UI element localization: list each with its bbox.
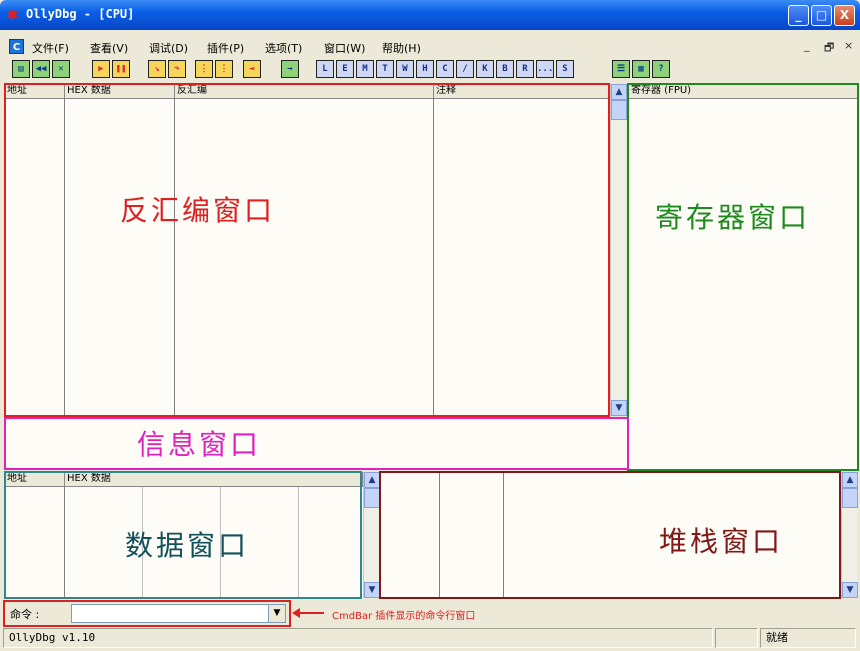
menu-debug[interactable]: 调试(D) — [149, 40, 188, 56]
execute-till-return-icon[interactable]: ⇥ — [243, 60, 261, 78]
trace-over-icon[interactable]: ⋮ — [215, 60, 233, 78]
windows-window-button[interactable]: W — [396, 60, 414, 78]
cpu-window-button[interactable]: C — [436, 60, 454, 78]
run-icon[interactable]: ▶ — [92, 60, 110, 78]
status-spacer — [715, 628, 758, 648]
stack-pane[interactable]: 堆栈窗口 — [381, 472, 841, 598]
menu-window[interactable]: 窗口(W) — [324, 40, 365, 56]
status-version: OllyDbg v1.10 — [3, 628, 713, 648]
menu-plugins[interactable]: 插件(P) — [207, 40, 244, 56]
cmdbar-annotation: CmdBar 插件显示的命令行窗口 — [332, 611, 476, 622]
help-icon[interactable]: ? — [652, 60, 670, 78]
menu-options[interactable]: 选项(T) — [265, 40, 302, 56]
maximize-button[interactable]: □ — [811, 5, 832, 26]
references-window-button[interactable]: R — [516, 60, 534, 78]
column-divider — [439, 472, 440, 598]
registers-window-label: 寄存器窗口 — [655, 201, 811, 234]
stack-window-label: 堆栈窗口 — [659, 525, 784, 558]
stack-scrollbar[interactable]: ▲ ▼ — [841, 472, 858, 598]
threads-window-button[interactable]: T — [376, 60, 394, 78]
command-combobox[interactable]: ▼ — [71, 604, 286, 623]
dump-window-label: 数据窗口 — [125, 529, 250, 562]
menu-view[interactable]: 查看(V) — [90, 40, 128, 56]
command-bar: 命令 : ▼ CmdBar 插件显示的命令行窗口 — [0, 600, 860, 627]
menu-file[interactable]: 文件(F) — [32, 40, 69, 56]
menu-help[interactable]: 帮助(H) — [382, 40, 421, 56]
scroll-down-icon[interactable]: ▼ — [842, 582, 858, 598]
step-into-icon[interactable]: ↘ — [148, 60, 166, 78]
disasm-col-disasm[interactable]: 反汇编 — [175, 84, 434, 99]
close-button[interactable]: X — [834, 5, 855, 26]
column-divider — [433, 99, 434, 416]
handles-window-button[interactable]: H — [416, 60, 434, 78]
status-bar: OllyDbg v1.10 就绪 — [0, 628, 860, 649]
disasm-scrollbar[interactable]: ▲ ▼ — [610, 84, 627, 416]
trace-into-icon[interactable]: ⋮ — [195, 60, 213, 78]
status-state: 就绪 — [760, 628, 856, 648]
close-program-icon[interactable]: ✕ — [52, 60, 70, 78]
run-trace-window-button[interactable]: ... — [536, 60, 554, 78]
column-divider — [298, 487, 299, 598]
mdi-close-button[interactable]: × — [844, 39, 853, 52]
mdi-minimize-button[interactable]: _ — [804, 39, 810, 52]
debug-options-icon[interactable]: ☰ — [612, 60, 630, 78]
cpu-window-icon[interactable]: C — [9, 39, 24, 54]
disasm-col-address[interactable]: 地址 — [5, 84, 65, 99]
scroll-up-icon[interactable]: ▲ — [364, 472, 380, 488]
column-divider — [64, 487, 65, 598]
disasm-col-hex[interactable]: HEX 数据 — [65, 84, 175, 99]
appearance-icon[interactable]: ▦ — [632, 60, 650, 78]
title-bar[interactable]: ✱ OllyDbg - [CPU] _ □ X — [0, 0, 860, 30]
memory-window-button[interactable]: M — [356, 60, 374, 78]
scroll-thumb[interactable] — [611, 100, 627, 120]
dump-pane[interactable]: 地址 HEX 数据 数据窗口 — [5, 472, 363, 598]
open-icon[interactable]: ▤ — [12, 60, 30, 78]
column-divider — [174, 99, 175, 416]
minimize-button[interactable]: _ — [788, 5, 809, 26]
disasm-window-label: 反汇编窗口 — [120, 194, 276, 227]
breakpoints-window-button[interactable]: B — [496, 60, 514, 78]
command-label: 命令 : — [10, 608, 40, 621]
goto-origin-icon[interactable]: → — [281, 60, 299, 78]
column-divider — [503, 472, 504, 598]
scroll-down-icon[interactable]: ▼ — [611, 400, 627, 416]
scroll-down-icon[interactable]: ▼ — [364, 582, 380, 598]
dump-scrollbar[interactable]: ▲ ▼ — [363, 472, 380, 598]
scroll-thumb[interactable] — [842, 488, 858, 508]
mdi-restore-button[interactable]: 🗗 — [824, 39, 834, 58]
info-window-label: 信息窗口 — [137, 428, 262, 461]
scroll-up-icon[interactable]: ▲ — [611, 84, 627, 100]
call-stack-window-button[interactable]: K — [476, 60, 494, 78]
pause-icon[interactable]: ❚❚ — [112, 60, 130, 78]
patches-window-button[interactable]: / — [456, 60, 474, 78]
restart-icon[interactable]: ◀◀ — [32, 60, 50, 78]
annotation-arrowhead-icon — [292, 608, 300, 618]
scroll-up-icon[interactable]: ▲ — [842, 472, 858, 488]
source-window-button[interactable]: S — [556, 60, 574, 78]
dropdown-arrow-icon[interactable]: ▼ — [268, 605, 285, 622]
info-pane: 信息窗口 — [5, 418, 627, 468]
disasm-col-comment[interactable]: 注释 — [434, 84, 610, 99]
scroll-thumb[interactable] — [364, 488, 380, 508]
modules-window-button[interactable]: E — [336, 60, 354, 78]
registers-pane[interactable]: 寄存器 (FPU) 寄存器窗口 — [629, 84, 858, 470]
registers-header[interactable]: 寄存器 (FPU) — [629, 84, 858, 99]
toolbar: ▤ ◀◀ ✕ ▶ ❚❚ ↘ ↷ ⋮ ⋮ ⇥ → L E M T W H C / … — [0, 60, 860, 82]
log-window-button[interactable]: L — [316, 60, 334, 78]
dump-col-address[interactable]: 地址 — [5, 472, 65, 487]
menu-bar: C 文件(F) 查看(V) 调试(D) 插件(P) 选项(T) 窗口(W) 帮助… — [0, 38, 860, 56]
disasm-pane[interactable]: 地址 HEX 数据 反汇编 注释 反汇编窗口 — [5, 84, 610, 416]
step-over-icon[interactable]: ↷ — [168, 60, 186, 78]
column-divider — [64, 99, 65, 416]
dump-col-hex[interactable]: HEX 数据 — [65, 472, 363, 487]
ollydbg-logo-icon: ✱ — [6, 6, 19, 24]
window-title: OllyDbg - [CPU] — [26, 7, 135, 21]
